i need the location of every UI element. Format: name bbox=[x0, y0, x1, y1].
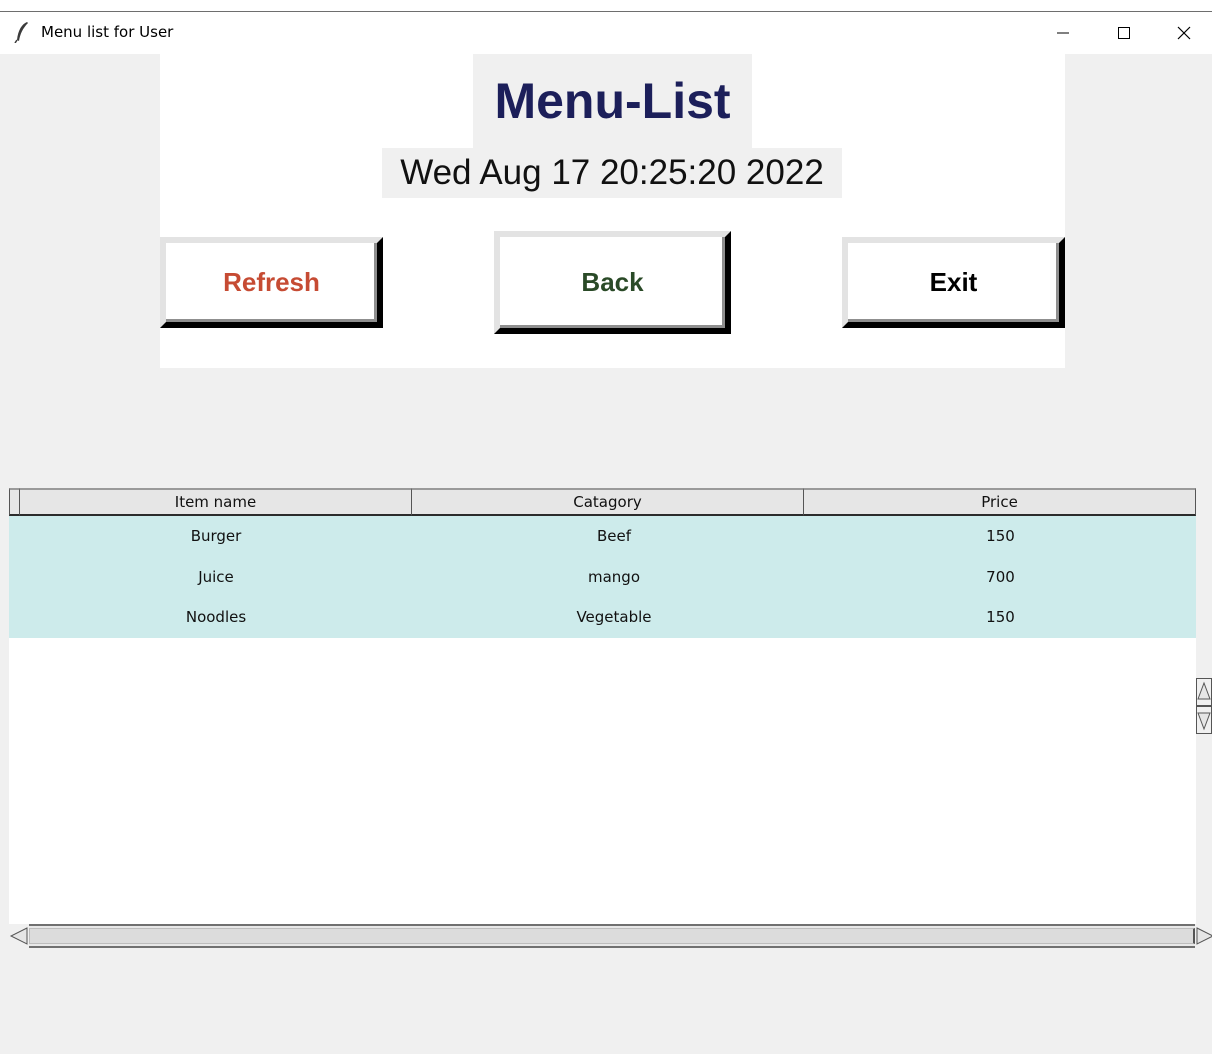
window-title: Menu list for User bbox=[41, 23, 174, 41]
triangle-left-icon bbox=[9, 927, 28, 945]
table-header: Item name Catagory Price bbox=[9, 488, 1196, 516]
cell-item-name: Noodles bbox=[185, 608, 247, 627]
scroll-down-button[interactable] bbox=[1196, 706, 1212, 734]
horizontal-scrollbar[interactable] bbox=[9, 924, 1212, 948]
feather-icon bbox=[14, 22, 28, 43]
cell-item-name: Burger bbox=[190, 527, 242, 546]
cell-item-name: Juice bbox=[198, 567, 234, 586]
table-row[interactable]: Noodles Vegetable 150 bbox=[9, 597, 1196, 638]
table-body: Burger Beef 150 Juice mango 700 Noodles … bbox=[9, 516, 1196, 638]
datetime-label: Wed Aug 17 20:25:20 2022 bbox=[382, 148, 842, 198]
scroll-thumb[interactable] bbox=[29, 928, 1195, 944]
maximize-icon bbox=[1118, 27, 1130, 39]
back-button[interactable]: Back bbox=[494, 231, 731, 334]
minimize-button[interactable] bbox=[1033, 12, 1093, 54]
triangle-up-icon bbox=[1197, 681, 1211, 700]
exit-button[interactable]: Exit bbox=[842, 237, 1065, 328]
scroll-left-button[interactable] bbox=[9, 924, 29, 948]
scroll-right-button[interactable] bbox=[1195, 924, 1212, 948]
cell-category: Vegetable bbox=[576, 608, 652, 627]
page-title: Menu-List bbox=[473, 54, 752, 148]
table-row[interactable]: Juice mango 700 bbox=[9, 557, 1196, 598]
vertical-scrollbar[interactable] bbox=[1196, 678, 1212, 734]
maximize-button[interactable] bbox=[1094, 12, 1154, 54]
table-header-tree-column[interactable] bbox=[9, 488, 20, 516]
triangle-right-icon bbox=[1196, 927, 1212, 945]
cell-price: 700 bbox=[986, 567, 1015, 586]
column-header-price[interactable]: Price bbox=[804, 488, 1196, 516]
scroll-track[interactable] bbox=[29, 924, 1195, 948]
column-header-item-name[interactable]: Item name bbox=[20, 488, 412, 516]
column-header-category[interactable]: Catagory bbox=[412, 488, 804, 516]
close-icon bbox=[1177, 26, 1191, 40]
refresh-button[interactable]: Refresh bbox=[160, 237, 383, 328]
cell-category: mango bbox=[587, 567, 640, 586]
cell-category: Beef bbox=[596, 527, 632, 546]
screen-top-strip bbox=[0, 0, 1212, 12]
triangle-down-icon bbox=[1197, 712, 1211, 731]
minimize-icon bbox=[1057, 32, 1069, 34]
scroll-up-button[interactable] bbox=[1196, 678, 1212, 706]
table-row[interactable]: Burger Beef 150 bbox=[9, 516, 1196, 557]
menu-table[interactable]: Item name Catagory Price Burger Beef 150… bbox=[9, 488, 1196, 924]
cell-price: 150 bbox=[986, 608, 1015, 627]
close-button[interactable] bbox=[1154, 12, 1212, 54]
cell-price: 150 bbox=[986, 527, 1015, 546]
window-titlebar[interactable]: Menu list for User bbox=[0, 12, 1212, 54]
